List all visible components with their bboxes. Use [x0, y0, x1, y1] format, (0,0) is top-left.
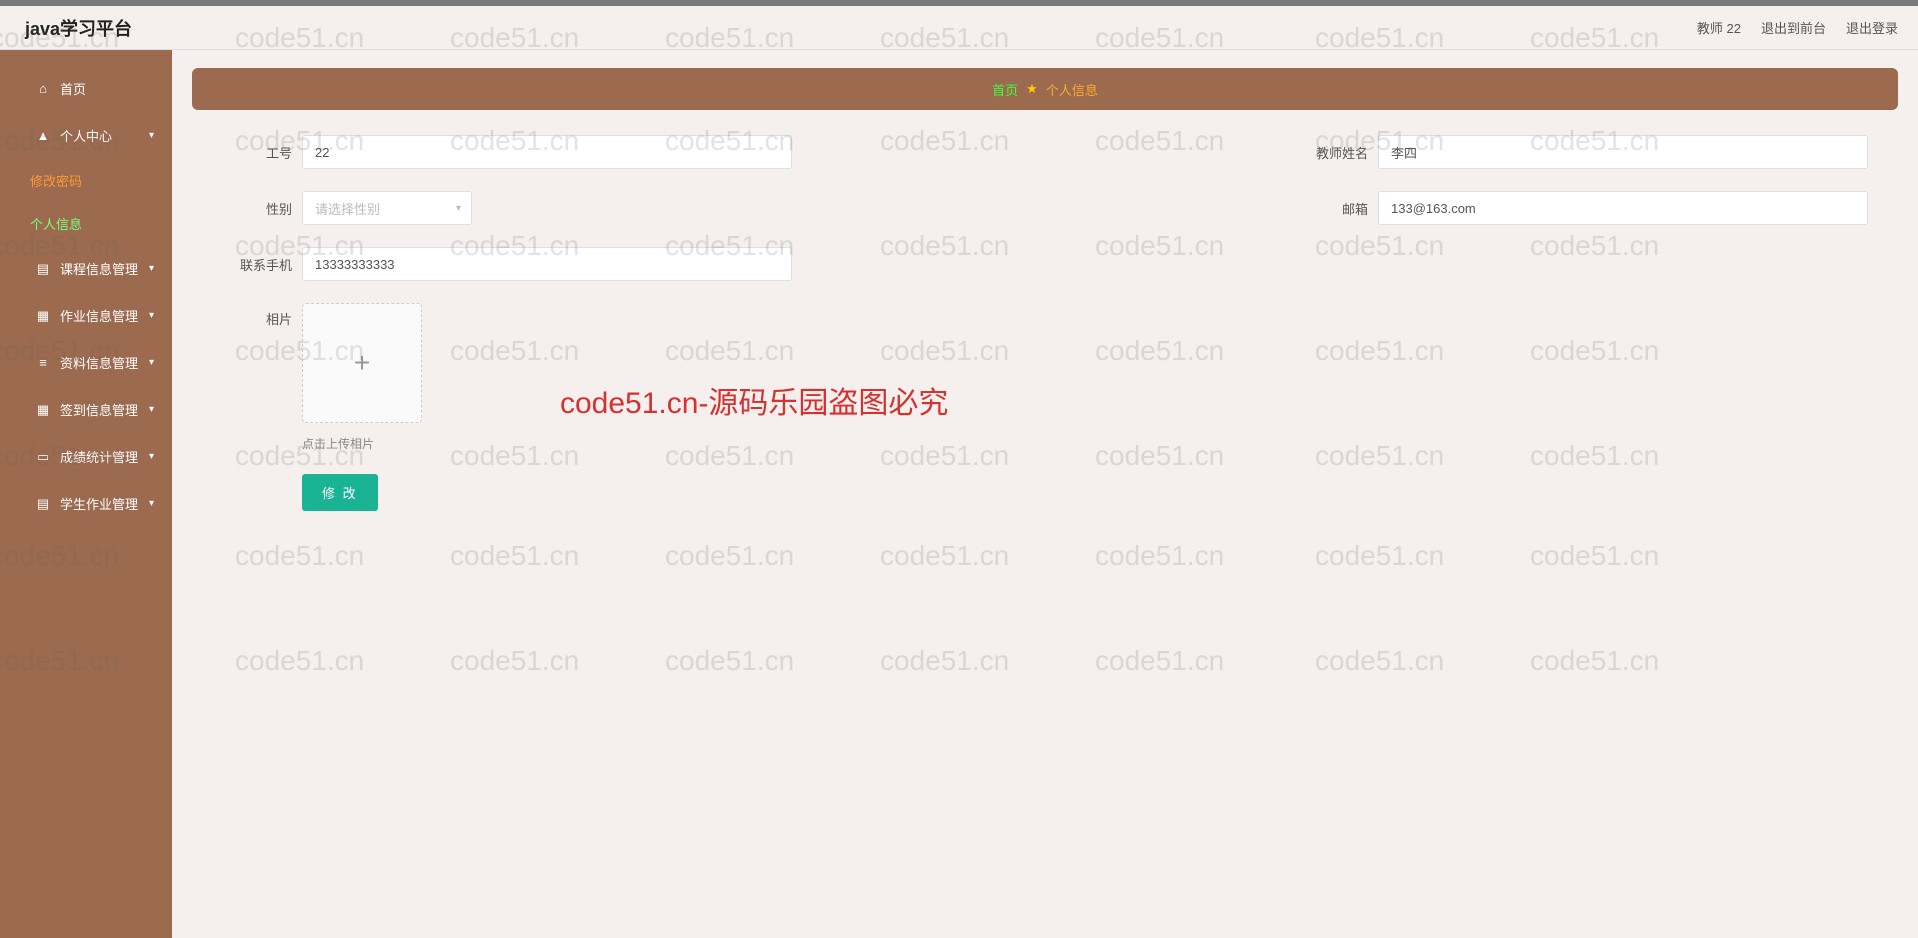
breadcrumb-current: 个人信息	[1046, 80, 1098, 99]
clipboard-icon: ▤	[36, 261, 50, 277]
gender-label: 性别	[222, 199, 302, 218]
chevron-down-icon: ▾	[149, 310, 154, 321]
upload-hint: 点击上传相片	[302, 435, 422, 452]
sidebar-item-label: 成绩统计管理	[60, 447, 138, 466]
app-title: java学习平台	[25, 15, 132, 41]
grid-icon: ▦	[36, 308, 50, 324]
email-label: 邮箱	[1298, 199, 1378, 218]
sidebar-item-label: 个人中心	[60, 126, 112, 145]
email-input[interactable]	[1378, 191, 1868, 225]
sidebar-item-home[interactable]: ⌂ 首页	[0, 65, 172, 112]
breadcrumb-home[interactable]: 首页	[992, 80, 1018, 99]
sidebar: ⌂ 首页 ▲ 个人中心 ▾ 修改密码 个人信息 ▤ 课程信息管理 ▾ ▦ 作业信…	[0, 50, 172, 938]
grid-icon: ▦	[36, 402, 50, 418]
sidebar-item-grade-mgmt[interactable]: ▭ 成绩统计管理 ▾	[0, 433, 172, 480]
chevron-down-icon: ▾	[149, 130, 154, 141]
sidebar-item-course-mgmt[interactable]: ▤ 课程信息管理 ▾	[0, 245, 172, 292]
photo-label: 相片	[222, 303, 302, 328]
chevron-down-icon: ▾	[149, 357, 154, 368]
chevron-down-icon: ▾	[149, 263, 154, 274]
header-logout[interactable]: 退出登录	[1846, 18, 1898, 37]
monitor-icon: ▭	[36, 449, 50, 465]
sidebar-item-label: 首页	[60, 79, 86, 98]
header-back-front[interactable]: 退出到前台	[1761, 18, 1826, 37]
sidebar-item-label: 课程信息管理	[60, 259, 138, 278]
photo-upload-box[interactable]: +	[302, 303, 422, 423]
phone-input[interactable]	[302, 247, 792, 281]
sidebar-item-label: 作业信息管理	[60, 306, 138, 325]
main-content: 首页 ★ 个人信息 工号 教师姓名 性别 请选择性别 ▾ 邮箱	[172, 50, 1918, 938]
sidebar-sub-personal-info[interactable]: 个人信息	[0, 202, 172, 245]
teacher-name-input[interactable]	[1378, 135, 1868, 169]
sidebar-item-label: 学生作业管理	[60, 494, 138, 513]
teacher-name-label: 教师姓名	[1298, 143, 1378, 162]
emp-id-label: 工号	[222, 143, 302, 162]
breadcrumb: 首页 ★ 个人信息	[192, 68, 1898, 110]
plus-icon: +	[354, 347, 370, 379]
list-icon: ≡	[36, 355, 50, 370]
sidebar-item-label: 资料信息管理	[60, 353, 138, 372]
user-icon: ▲	[36, 128, 50, 143]
gender-placeholder: 请选择性别	[315, 199, 380, 218]
sidebar-item-material-mgmt[interactable]: ≡ 资料信息管理 ▾	[0, 339, 172, 386]
clipboard-icon: ▤	[36, 496, 50, 512]
submit-button[interactable]: 修 改	[302, 474, 378, 511]
sidebar-item-label: 签到信息管理	[60, 400, 138, 419]
sidebar-item-homework-mgmt[interactable]: ▦ 作业信息管理 ▾	[0, 292, 172, 339]
phone-label: 联系手机	[222, 255, 302, 274]
chevron-down-icon: ▾	[149, 451, 154, 462]
sidebar-item-student-hw-mgmt[interactable]: ▤ 学生作业管理 ▾	[0, 480, 172, 527]
chevron-down-icon: ▾	[456, 203, 461, 214]
header: java学习平台 教师 22 退出到前台 退出登录	[0, 6, 1918, 50]
sidebar-sub-change-password[interactable]: 修改密码	[0, 159, 172, 202]
star-icon: ★	[1026, 81, 1038, 97]
home-icon: ⌂	[36, 81, 50, 96]
gender-select[interactable]: 请选择性别 ▾	[302, 191, 472, 225]
sidebar-item-personal-center[interactable]: ▲ 个人中心 ▾	[0, 112, 172, 159]
profile-form: 工号 教师姓名 性别 请选择性别 ▾ 邮箱 联系手	[192, 110, 1898, 558]
header-user[interactable]: 教师 22	[1697, 18, 1741, 37]
sidebar-item-signin-mgmt[interactable]: ▦ 签到信息管理 ▾	[0, 386, 172, 433]
emp-id-input[interactable]	[302, 135, 792, 169]
chevron-down-icon: ▾	[149, 498, 154, 509]
chevron-down-icon: ▾	[149, 404, 154, 415]
